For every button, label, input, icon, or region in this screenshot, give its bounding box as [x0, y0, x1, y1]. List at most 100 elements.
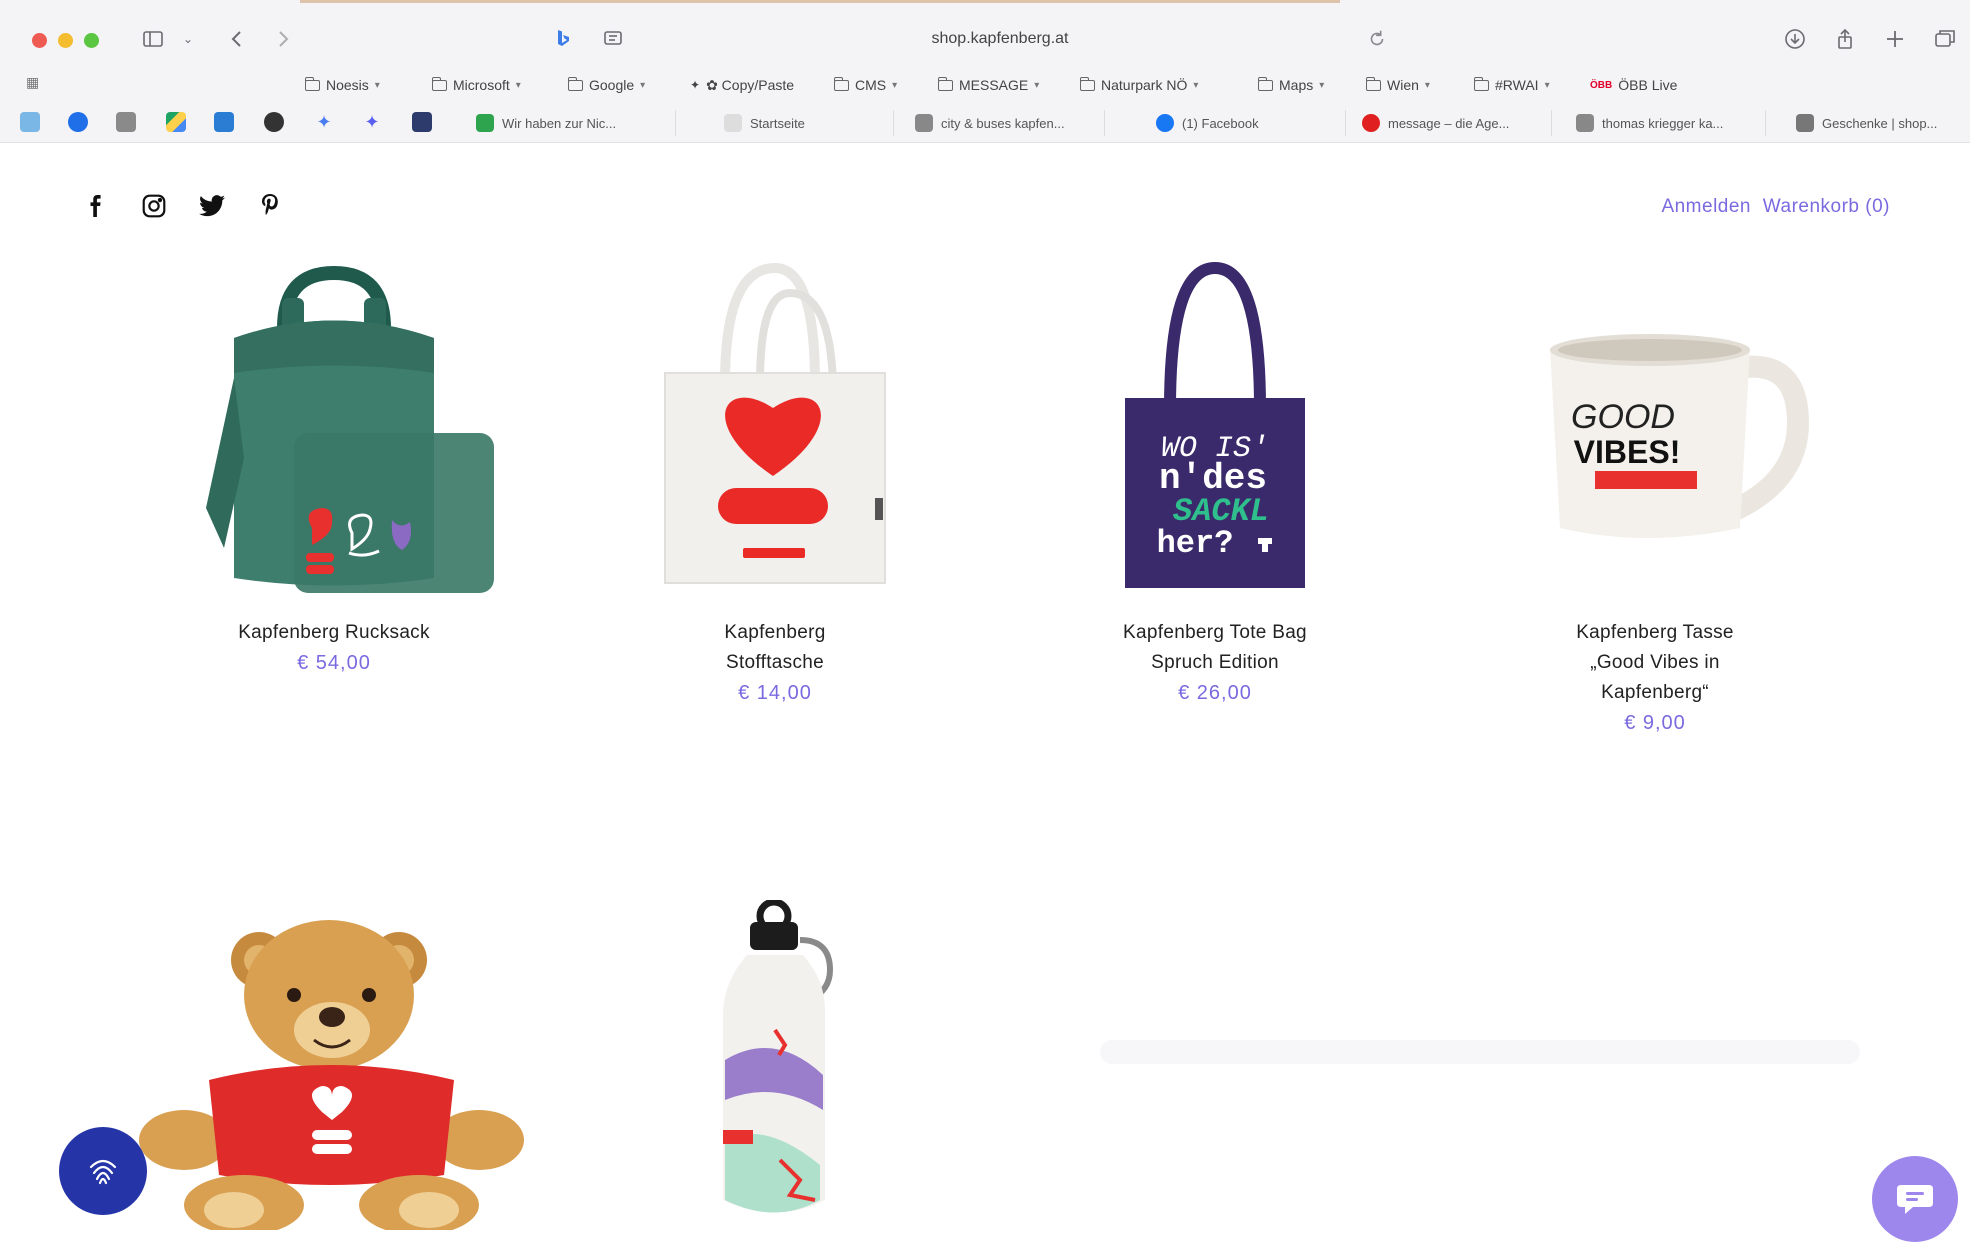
- browser-tab[interactable]: Wir haben zur Nic...: [476, 110, 676, 136]
- tab-favicon: [1362, 114, 1380, 132]
- tab-label: Wir haben zur Nic...: [502, 115, 617, 131]
- chevron-down-icon: ▾: [640, 79, 646, 91]
- tab-overview-icon[interactable]: [1930, 24, 1960, 54]
- bookmark-label: Maps: [1279, 77, 1314, 93]
- pinned-tab-icon[interactable]: [20, 112, 40, 132]
- bookmark-folder[interactable]: Naturpark NÖ ▾: [1079, 74, 1198, 96]
- bookmark-label: CMS: [855, 77, 887, 93]
- drive-icon[interactable]: [166, 112, 186, 132]
- folder-icon: [1257, 76, 1273, 91]
- bookmark-label: Naturpark NÖ: [1101, 77, 1188, 93]
- product-card[interactable]: [134, 900, 534, 1235]
- pinned-tab-icon[interactable]: [68, 112, 88, 132]
- tab-label: (1) Facebook: [1182, 115, 1259, 131]
- tab-label: Geschenke | shop...: [1822, 115, 1938, 131]
- bookmark-link[interactable]: ✦ ✿ Copy/Paste: [690, 74, 794, 96]
- product-name[interactable]: Kapfenberg Tote Bag: [1015, 618, 1415, 648]
- bookmark-folder[interactable]: Microsoft ▾: [431, 74, 521, 96]
- pinned-tab-icon[interactable]: [116, 112, 136, 132]
- close-window-button[interactable]: [32, 33, 47, 48]
- bookmark-folder[interactable]: #RWAI ▾: [1473, 74, 1550, 96]
- folder-icon: [431, 76, 447, 91]
- bing-extension-icon[interactable]: [548, 24, 578, 54]
- download-icon[interactable]: [1780, 24, 1810, 54]
- tab-label: message – die Age...: [1388, 115, 1510, 131]
- folder-icon: [567, 76, 583, 91]
- login-link[interactable]: Anmelden: [1661, 196, 1751, 217]
- cart-link[interactable]: Warenkorb (0): [1763, 196, 1890, 217]
- zoom-window-button[interactable]: [84, 33, 99, 48]
- fingerprint-icon: [89, 1159, 117, 1185]
- twitter-icon[interactable]: [198, 192, 226, 220]
- chevron-down-icon: ▾: [374, 79, 380, 91]
- sparkle-icon[interactable]: ✦: [362, 112, 382, 132]
- product-image-stofftasche[interactable]: [575, 258, 975, 618]
- chat-icon: [1897, 1185, 1933, 1214]
- reload-icon[interactable]: [1366, 24, 1388, 54]
- browser-tab[interactable]: message – die Age...: [1362, 110, 1552, 136]
- pinned-tab-icon[interactable]: [264, 112, 284, 132]
- product-card[interactable]: [575, 898, 975, 1230]
- product-name[interactable]: Kapfenberg Rucksack: [134, 618, 534, 648]
- product-price: € 9,00: [1624, 712, 1686, 734]
- browser-tab[interactable]: city & buses kapfen...: [915, 110, 1105, 136]
- chevron-down-icon[interactable]: ⌄: [178, 24, 198, 54]
- bookmark-link[interactable]: ÖBB ÖBB Live: [1590, 74, 1677, 96]
- product-card[interactable]: GOOD VIBES! Kapfenberg Tasse „Good Vibes…: [1455, 258, 1855, 735]
- product-name[interactable]: Kapfenberg“: [1455, 678, 1855, 708]
- product-card[interactable]: Kapfenberg Rucksack € 54,00: [134, 258, 534, 675]
- chat-button[interactable]: [1872, 1156, 1958, 1242]
- share-icon[interactable]: [1830, 24, 1860, 54]
- facebook-icon: [1156, 114, 1174, 132]
- pinned-tab-icon[interactable]: [412, 112, 432, 132]
- product-image-trinkflasche[interactable]: [575, 898, 975, 1230]
- tab-favicon: [915, 114, 933, 132]
- tab-favicon: [1576, 114, 1594, 132]
- browser-tab[interactable]: Geschenke | shop...: [1796, 110, 1970, 136]
- product-image-tasse[interactable]: GOOD VIBES!: [1455, 258, 1855, 618]
- bookmark-folder[interactable]: MESSAGE ▾: [937, 74, 1040, 96]
- sidebar-toggle-icon[interactable]: [136, 24, 170, 54]
- browser-tab[interactable]: Startseite: [724, 110, 894, 136]
- grid-icon[interactable]: ▦: [26, 74, 39, 91]
- new-tab-icon[interactable]: [1880, 24, 1910, 54]
- mug-text-line: GOOD: [1571, 398, 1675, 436]
- product-image-backpack[interactable]: [134, 258, 534, 618]
- product-image-teddy[interactable]: [134, 900, 534, 1235]
- browser-tab[interactable]: thomas kriegger ka...: [1576, 110, 1766, 136]
- bookmark-folder[interactable]: Noesis ▾: [304, 74, 380, 96]
- bookmark-folder[interactable]: CMS ▾: [833, 74, 897, 96]
- instagram-icon[interactable]: [140, 192, 168, 220]
- back-button[interactable]: [222, 24, 252, 54]
- facebook-icon[interactable]: [82, 192, 110, 220]
- placeholder-shadow: [1100, 1040, 1860, 1064]
- pinterest-icon[interactable]: [256, 192, 284, 220]
- bookmark-label: Wien: [1387, 77, 1419, 93]
- forward-button[interactable]: [268, 24, 298, 54]
- bookmark-label: Noesis: [326, 77, 369, 93]
- tab-highlight-line: [300, 0, 1340, 3]
- bookmark-folder[interactable]: Google ▾: [567, 74, 646, 96]
- product-name[interactable]: Spruch Edition: [1015, 648, 1415, 678]
- product-name[interactable]: „Good Vibes in: [1455, 648, 1855, 678]
- product-name[interactable]: Kapfenberg Tasse: [1455, 618, 1855, 648]
- product-card[interactable]: Kapfenberg Stofftasche € 14,00: [575, 258, 975, 705]
- product-image-tote-bag[interactable]: WO IS' n'des SACKL her?: [1015, 258, 1415, 618]
- folder-icon: [1365, 76, 1381, 91]
- bookmark-folder[interactable]: Maps ▾: [1257, 74, 1324, 96]
- minimize-window-button[interactable]: [58, 33, 73, 48]
- pin-icon: ✦: [690, 78, 701, 92]
- chevron-down-icon: ▾: [1034, 79, 1040, 91]
- sparkle-icon[interactable]: ✦: [314, 112, 334, 132]
- social-links: [82, 192, 284, 220]
- pinned-tab-icon[interactable]: [214, 112, 234, 132]
- reader-view-icon[interactable]: [598, 24, 628, 54]
- bookmark-folder[interactable]: Wien ▾: [1365, 74, 1430, 96]
- browser-tab[interactable]: (1) Facebook: [1156, 110, 1346, 136]
- product-card[interactable]: WO IS' n'des SACKL her? Kapfenberg Tote …: [1015, 258, 1415, 705]
- folder-icon: [304, 76, 320, 91]
- accessibility-button[interactable]: [59, 1127, 147, 1215]
- product-name[interactable]: Stofftasche: [575, 648, 975, 678]
- product-name[interactable]: Kapfenberg: [575, 618, 975, 648]
- address-bar[interactable]: shop.kapfenberg.at: [640, 24, 1360, 54]
